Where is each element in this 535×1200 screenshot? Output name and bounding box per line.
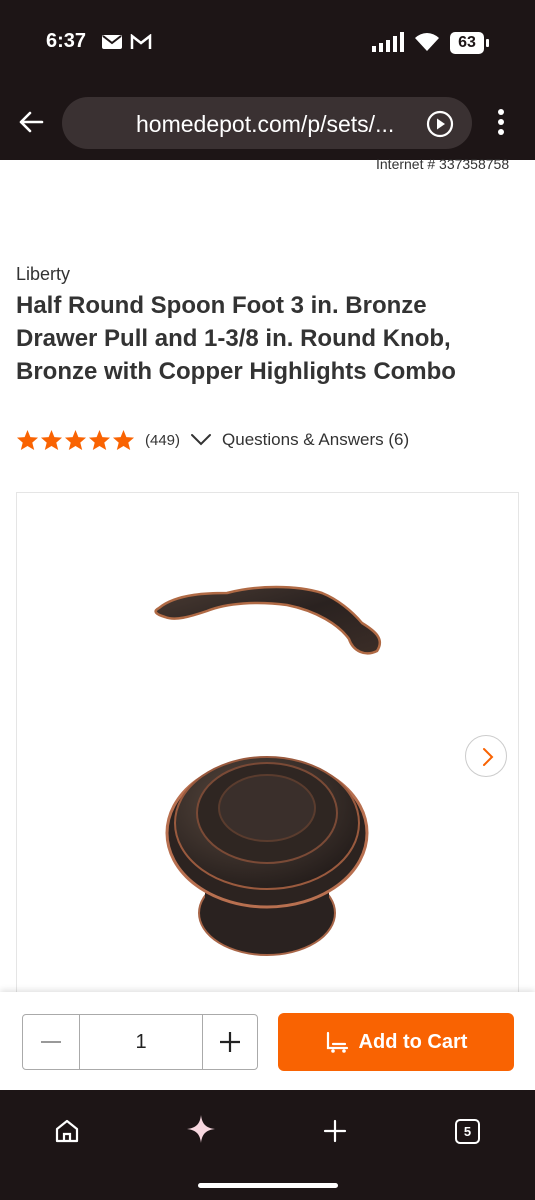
mail-icon [102, 35, 122, 49]
new-tab-plus-icon[interactable] [322, 1118, 348, 1144]
quantity-increment-button[interactable] [203, 1015, 258, 1069]
back-arrow-icon[interactable] [18, 110, 44, 134]
kebab-menu-icon[interactable] [496, 108, 506, 136]
quantity-input[interactable]: 1 [79, 1015, 203, 1069]
product-image-carousel[interactable] [16, 492, 519, 997]
status-time: 6:37 [46, 30, 87, 52]
add-to-cart-label: Add to Cart [358, 1030, 468, 1053]
address-bar[interactable]: homedepot.com/p/sets/... [62, 97, 472, 149]
review-count[interactable]: (449) [145, 432, 180, 449]
play-icon[interactable] [426, 110, 454, 138]
rating-row: (449) Questions & Answers (6) [16, 428, 409, 452]
url-text[interactable]: homedepot.com/p/sets/... [136, 111, 394, 138]
bottom-nav: 5 [0, 1090, 535, 1200]
internet-number: Internet # 337358758 [376, 156, 510, 172]
star-icon [16, 429, 39, 451]
signal-icon [372, 32, 404, 52]
star-icon [64, 429, 87, 451]
star-rating[interactable] [16, 429, 135, 451]
battery-icon: 63 [450, 32, 490, 59]
chevron-down-icon[interactable] [190, 433, 212, 447]
status-bar: 6:37 63 [0, 0, 535, 88]
questions-answers-link[interactable]: Questions & Answers (6) [222, 430, 409, 450]
cart-icon [326, 1031, 348, 1053]
quantity-stepper: 1 [22, 1014, 258, 1070]
sparkle-icon[interactable] [186, 1114, 216, 1144]
star-icon [40, 429, 63, 451]
chevron-right-icon [483, 748, 494, 766]
quantity-decrement-button[interactable] [23, 1015, 79, 1069]
gesture-bar [198, 1183, 338, 1188]
browser-toolbar: homedepot.com/p/sets/... [0, 88, 535, 160]
product-brand[interactable]: Liberty [16, 264, 70, 285]
cart-bar: 1 Add to Cart [0, 992, 535, 1090]
product-image [154, 585, 382, 956]
tabs-icon[interactable]: 5 [455, 1119, 480, 1144]
home-icon[interactable] [54, 1118, 80, 1144]
next-image-button[interactable] [465, 735, 507, 777]
plus-icon [220, 1032, 240, 1052]
gmail-icon [130, 34, 152, 49]
star-icon [112, 429, 135, 451]
wifi-icon [415, 33, 439, 51]
product-title: Half Round Spoon Foot 3 in. Bronze Drawe… [16, 292, 456, 385]
star-icon [88, 429, 111, 451]
minus-icon [41, 1041, 61, 1043]
battery-level: 63 [458, 34, 476, 51]
add-to-cart-button[interactable]: Add to Cart [278, 1013, 514, 1071]
